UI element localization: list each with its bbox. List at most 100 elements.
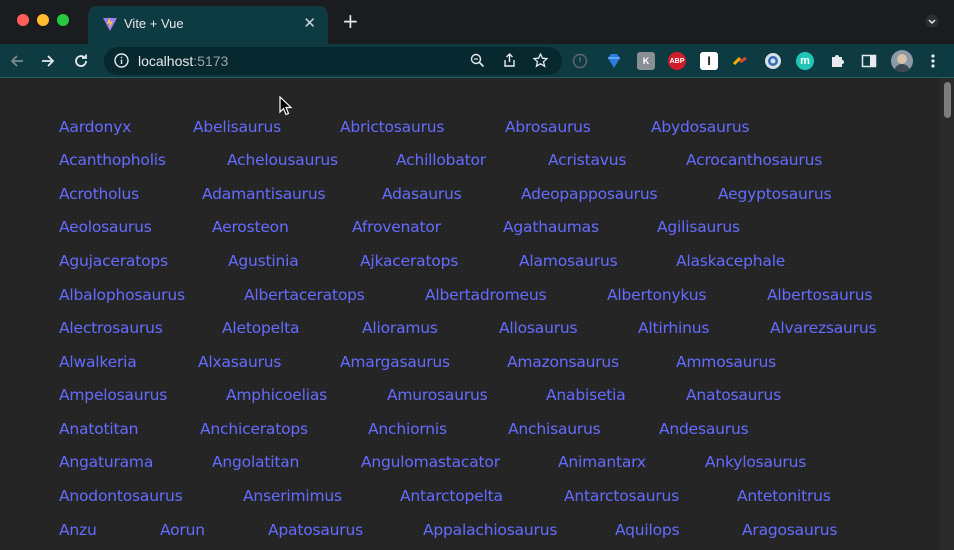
dinosaur-link[interactable]: Apatosaurus [268,521,363,539]
dinosaur-link[interactable]: Anatosaurus [686,386,781,404]
dinosaur-link[interactable]: Acanthopholis [59,151,166,169]
dinosaur-link[interactable]: Adamantisaurus [202,185,326,203]
dinosaur-link[interactable]: Alwalkeria [59,353,137,371]
dinosaur-link[interactable]: Angaturama [59,453,153,471]
dinosaur-link[interactable]: Aletopelta [222,319,299,337]
more-menu-icon[interactable] [926,53,940,69]
extension-status-icon[interactable] [572,53,588,69]
arrow-left-icon [10,55,23,67]
dinosaur-link[interactable]: Alvarezsaurus [770,319,877,337]
dinosaur-link[interactable]: Alioramus [362,319,438,337]
share-icon[interactable] [502,53,517,68]
dinosaur-link[interactable]: Appalachiosaurus [423,521,557,539]
dinosaur-link[interactable]: Alxasaurus [198,353,281,371]
dinosaur-link[interactable]: Achillobator [396,151,486,169]
dinosaur-link[interactable]: Albertonykus [607,286,706,304]
dinosaur-link[interactable]: Ajkaceratops [360,252,458,270]
dinosaur-link[interactable]: Albertadromeus [425,286,547,304]
window-maximize-button[interactable] [57,14,69,26]
avatar[interactable] [891,50,913,72]
dinosaur-link[interactable]: Agujaceratops [59,252,168,270]
dinosaur-link[interactable]: Anchisaurus [508,420,601,438]
forward-button[interactable] [37,44,59,78]
dinosaur-link[interactable]: Aquilops [615,521,680,539]
k-extension-icon[interactable]: K [637,52,655,70]
dinosaur-link[interactable]: Afrovenator [352,218,441,236]
m-extension-icon[interactable]: m [796,52,814,70]
dinosaur-link[interactable]: Albertaceratops [244,286,365,304]
dinosaur-link[interactable]: Ampelosaurus [59,386,167,404]
window-close-button[interactable] [17,14,29,26]
zoom-icon[interactable] [470,53,485,68]
dinosaur-link[interactable]: Ammosaurus [676,353,776,371]
dinosaur-link[interactable]: Adasaurus [382,185,462,203]
dinosaur-link[interactable]: Andesaurus [659,420,749,438]
dinosaur-link[interactable]: Acrotholus [59,185,139,203]
dinosaur-link[interactable]: Acristavus [548,151,626,169]
scrollbar-thumb[interactable] [944,82,951,118]
dinosaur-link[interactable]: Abelisaurus [193,118,281,136]
reload-button[interactable] [70,44,92,78]
new-tab-button[interactable]: + [342,11,359,31]
dinosaur-link[interactable]: Aardonyx [59,118,131,136]
gem-extension-icon[interactable] [605,52,623,70]
bookmark-star-icon[interactable] [533,53,548,68]
window-minimize-button[interactable] [37,14,49,26]
dinosaur-link[interactable]: Alectrosaurus [59,319,163,337]
dinosaur-link[interactable]: Achelousaurus [227,151,338,169]
dinosaur-link[interactable]: Agilisaurus [657,218,740,236]
instapaper-extension-icon[interactable]: I [700,52,718,70]
dinosaur-link[interactable]: Altirhinus [638,319,709,337]
dinosaur-link[interactable]: Anserimimus [243,487,342,505]
dinosaur-link[interactable]: Anzu [59,521,97,539]
dinosaur-link[interactable]: Allosaurus [499,319,578,337]
dinosaur-link[interactable]: Albalophosaurus [59,286,185,304]
dinosaur-link[interactable]: Amphicoelias [226,386,327,404]
dinosaur-link[interactable]: Abydosaurus [651,118,750,136]
sidebar-icon[interactable] [861,53,877,69]
dinosaur-link[interactable]: Ankylosaurus [705,453,806,471]
dinosaur-link[interactable]: Angulomastacator [361,453,500,471]
dinosaur-link[interactable]: Agathaumas [503,218,599,236]
info-icon[interactable] [114,53,129,68]
tab-search-chevron-icon[interactable] [925,14,939,28]
dinosaur-link[interactable]: Anchiornis [368,420,447,438]
page-content: Aardonyx Abelisaurus Abrictosaurus Abros… [0,78,940,550]
dinosaur-link[interactable]: Alamosaurus [519,252,618,270]
dinosaur-link[interactable]: Antarctopelta [400,487,503,505]
dinosaur-link[interactable]: Antarctosaurus [564,487,679,505]
arrow-right-icon [42,55,55,67]
dinosaur-link[interactable]: Abrosaurus [505,118,591,136]
adblock-extension-icon[interactable]: ABP [668,52,686,70]
dinosaur-link[interactable]: Aorun [160,521,205,539]
browser-tab[interactable]: Vite + Vue ✕ [88,6,328,44]
dinosaur-link[interactable]: Adeopapposaurus [521,185,658,203]
back-button[interactable] [6,44,28,78]
dinosaur-link[interactable]: Antetonitrus [737,487,831,505]
dinosaur-link[interactable]: Amurosaurus [387,386,488,404]
circle-extension-icon[interactable] [764,52,782,70]
dinosaur-link[interactable]: Animantarx [558,453,646,471]
dinosaur-link[interactable]: Anodontosaurus [59,487,183,505]
scrollbar-track[interactable] [940,78,954,550]
dinosaur-link[interactable]: Anatotitan [59,420,138,438]
tab-close-icon[interactable]: ✕ [303,14,316,32]
dinosaur-link[interactable]: Albertosaurus [767,286,872,304]
address-bar[interactable]: localhost:5173 [104,47,562,75]
dinosaur-link[interactable]: Anchiceratops [200,420,308,438]
dinosaur-link[interactable]: Aegyptosaurus [718,185,832,203]
dinosaur-link[interactable]: Abrictosaurus [340,118,444,136]
dinosaur-link[interactable]: Aragosaurus [742,521,837,539]
dinosaur-link[interactable]: Amargasaurus [340,353,450,371]
dinosaur-link[interactable]: Acrocanthosaurus [686,151,822,169]
dinosaur-link[interactable]: Anabisetia [546,386,626,404]
url-text[interactable]: localhost:5173 [138,53,228,69]
dinosaur-link[interactable]: Aeolosaurus [59,218,152,236]
dinosaur-link[interactable]: Amazonsaurus [507,353,619,371]
colorful-extension-icon[interactable] [732,52,750,70]
dinosaur-link[interactable]: Angolatitan [212,453,299,471]
dinosaur-link[interactable]: Aerosteon [212,218,289,236]
dinosaur-link[interactable]: Alaskacephale [676,252,785,270]
puzzle-extensions-icon[interactable] [829,53,845,69]
dinosaur-link[interactable]: Agustinia [228,252,299,270]
